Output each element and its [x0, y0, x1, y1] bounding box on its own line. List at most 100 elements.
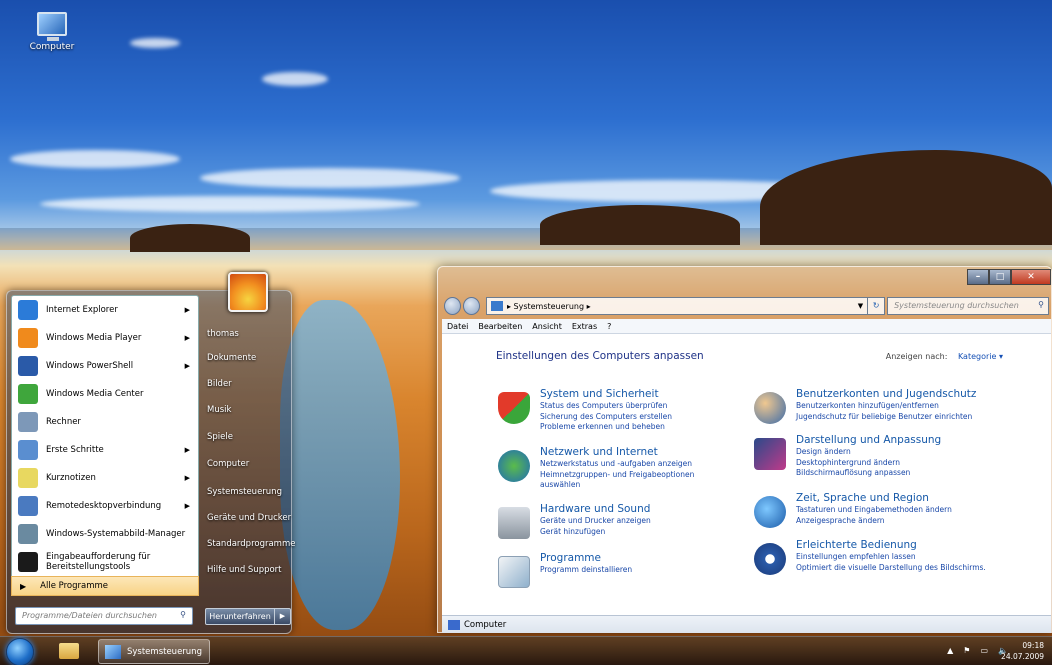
start-menu-place[interactable]: Systemsteuerung — [207, 487, 282, 497]
start-menu-program[interactable]: Windows Media Center — [12, 380, 198, 408]
desktop-computer-shortcut[interactable]: Computer — [22, 12, 82, 52]
getting-started-icon — [18, 440, 38, 460]
start-menu-program[interactable]: Windows-Systemabbild-Manager — [12, 520, 198, 548]
start-button[interactable] — [6, 638, 34, 665]
shield-icon — [498, 392, 530, 424]
category-title[interactable]: Darstellung und Anpassung — [796, 434, 1016, 446]
start-menu-place[interactable]: thomas — [207, 329, 239, 339]
back-button[interactable] — [444, 297, 461, 315]
category-link[interactable]: Heimnetzgruppen- und Freigabeoptionen — [540, 470, 760, 481]
menu-file[interactable]: Datei — [447, 322, 468, 331]
network-icon[interactable]: ▭ — [980, 646, 988, 655]
minimize-button[interactable]: – — [967, 269, 989, 285]
control-panel-icon — [490, 301, 503, 311]
category-link[interactable]: Probleme erkennen und beheben — [540, 422, 760, 433]
category-title[interactable]: Hardware und Sound — [540, 503, 760, 515]
menu-help[interactable]: ? — [607, 322, 611, 331]
forward-button[interactable] — [462, 297, 480, 315]
menu-tools[interactable]: Extras — [572, 322, 597, 331]
category-link[interactable]: Anzeigesprache ändern — [796, 516, 1016, 527]
start-menu-place[interactable]: Computer — [207, 459, 249, 469]
taskbar-control-panel-button[interactable]: Systemsteuerung — [98, 639, 210, 664]
menu-edit[interactable]: Bearbeiten — [478, 322, 522, 331]
start-menu-program[interactable]: Erste Schritte ▶ — [12, 436, 198, 464]
appearance-icon — [754, 438, 786, 470]
address-text[interactable]: Systemsteuerung — [514, 302, 585, 311]
program-label: Erste Schritte — [46, 445, 104, 455]
network-globe-icon — [498, 450, 530, 482]
start-menu-program[interactable]: Rechner — [12, 408, 198, 436]
category-title[interactable]: Zeit, Sprache und Region — [796, 492, 1016, 504]
program-label: Internet Explorer — [46, 305, 118, 315]
flag-icon[interactable]: ⚑ — [963, 646, 970, 655]
cloud — [262, 72, 328, 86]
start-menu-program[interactable]: Windows PowerShell ▶ — [12, 352, 198, 380]
submenu-arrow-icon[interactable]: ▶ — [185, 306, 190, 314]
start-menu-place[interactable]: Bilder — [207, 379, 232, 389]
taskbar-task-label: Systemsteuerung — [127, 646, 202, 657]
program-label: Windows Media Player — [46, 333, 142, 343]
category-link[interactable]: Design ändern — [796, 447, 1016, 458]
view-by-dropdown[interactable]: Kategorie ▾ — [958, 352, 1003, 361]
category-title[interactable]: System und Sicherheit — [540, 388, 760, 400]
category-link[interactable]: Tastaturen und Eingabemethoden ändern — [796, 505, 1016, 516]
all-programs-button[interactable]: ▶ Alle Programme — [11, 576, 199, 596]
start-search-input[interactable]: Programme/Dateien durchsuchen ⚲ — [15, 607, 193, 625]
submenu-arrow-icon[interactable]: ▶ — [185, 502, 190, 510]
category-link[interactable]: Programm deinstallieren — [540, 565, 760, 576]
tide-pool — [280, 300, 400, 630]
search-icon[interactable]: ⚲ — [1038, 300, 1044, 309]
address-bar[interactable]: ▸ Systemsteuerung ▸ ▼ — [485, 297, 869, 315]
clock[interactable]: 09:18 24.07.2009 — [1001, 640, 1044, 662]
search-input[interactable]: Systemsteuerung durchsuchen ⚲ — [887, 297, 1049, 315]
refresh-button[interactable]: ↻ — [868, 297, 886, 315]
menu-view[interactable]: Ansicht — [532, 322, 562, 331]
navigation-bar: ▸ Systemsteuerung ▸ ▼ ↻ Systemsteuerung … — [444, 295, 1049, 317]
cloud — [200, 168, 460, 188]
category-link[interactable]: Netzwerkstatus und -aufgaben anzeigen — [540, 459, 760, 470]
category-link[interactable]: Benutzerkonten hinzufügen/entfernen — [796, 401, 1036, 412]
start-menu-place[interactable]: Dokumente — [207, 353, 256, 363]
start-menu-program[interactable]: Internet Explorer ▶ — [12, 296, 198, 324]
category-link[interactable]: auswählen — [540, 480, 760, 491]
close-button[interactable]: ✕ — [1011, 269, 1051, 285]
submenu-arrow-icon[interactable]: ▶ — [185, 446, 190, 454]
category-title[interactable]: Erleichterte Bedienung — [796, 539, 1046, 551]
category-link[interactable]: Geräte und Drucker anzeigen — [540, 516, 760, 527]
view-by-value[interactable]: Kategorie — [958, 352, 996, 361]
shutdown-button[interactable]: Herunterfahren — [205, 608, 275, 625]
start-menu-place[interactable]: Standardprogramme — [207, 539, 295, 549]
category-link[interactable]: Desktophintergrund ändern — [796, 458, 1016, 469]
start-menu-place[interactable]: Geräte und Drucker — [207, 513, 291, 523]
cloud — [10, 150, 180, 168]
start-menu-program[interactable]: Kurznotizen ▶ — [12, 464, 198, 492]
category-link[interactable]: Optimiert die visuelle Darstellung des B… — [796, 563, 1046, 574]
category-title[interactable]: Netzwerk und Internet — [540, 446, 760, 458]
category-title[interactable]: Benutzerkonten und Jugendschutz — [796, 388, 1036, 400]
category-link[interactable]: Status des Computers überprüfen — [540, 401, 760, 412]
submenu-arrow-icon[interactable]: ▶ — [185, 334, 190, 342]
start-menu-program[interactable]: Eingabeaufforderung für Bereitstellungsto… — [12, 548, 198, 576]
category-link[interactable]: Einstellungen empfehlen lassen — [796, 552, 1046, 563]
taskbar-explorer-button[interactable] — [50, 639, 88, 664]
start-menu-program[interactable]: Windows Media Player ▶ — [12, 324, 198, 352]
shutdown-options-button[interactable]: ▶ — [275, 608, 291, 625]
category-link[interactable]: Sicherung des Computers erstellen — [540, 412, 760, 423]
address-dropdown-icon[interactable]: ▼ — [858, 302, 863, 310]
submenu-arrow-icon[interactable]: ▶ — [185, 474, 190, 482]
show-hidden-icons-icon[interactable]: ▲ — [947, 646, 953, 655]
category-title[interactable]: Programme — [540, 552, 760, 564]
maximize-button[interactable]: □ — [989, 269, 1011, 285]
category-link[interactable]: Bildschirmauflösung anpassen — [796, 468, 1016, 479]
program-label: Windows-Systemabbild-Manager — [46, 529, 186, 539]
start-menu-place[interactable]: Hilfe und Support — [207, 565, 282, 575]
submenu-arrow-icon[interactable]: ▶ — [185, 362, 190, 370]
user-picture-flower[interactable] — [228, 272, 268, 312]
start-menu-program[interactable]: Remotedesktopverbindung ▶ — [12, 492, 198, 520]
media-player-icon — [18, 328, 38, 348]
category-link[interactable]: Gerät hinzufügen — [540, 527, 760, 538]
start-menu-place[interactable]: Spiele — [207, 432, 233, 442]
category-link[interactable]: Jugendschutz für beliebige Benutzer einr… — [796, 412, 1036, 423]
start-menu-place[interactable]: Musik — [207, 405, 231, 415]
search-placeholder: Systemsteuerung durchsuchen — [894, 301, 1019, 310]
